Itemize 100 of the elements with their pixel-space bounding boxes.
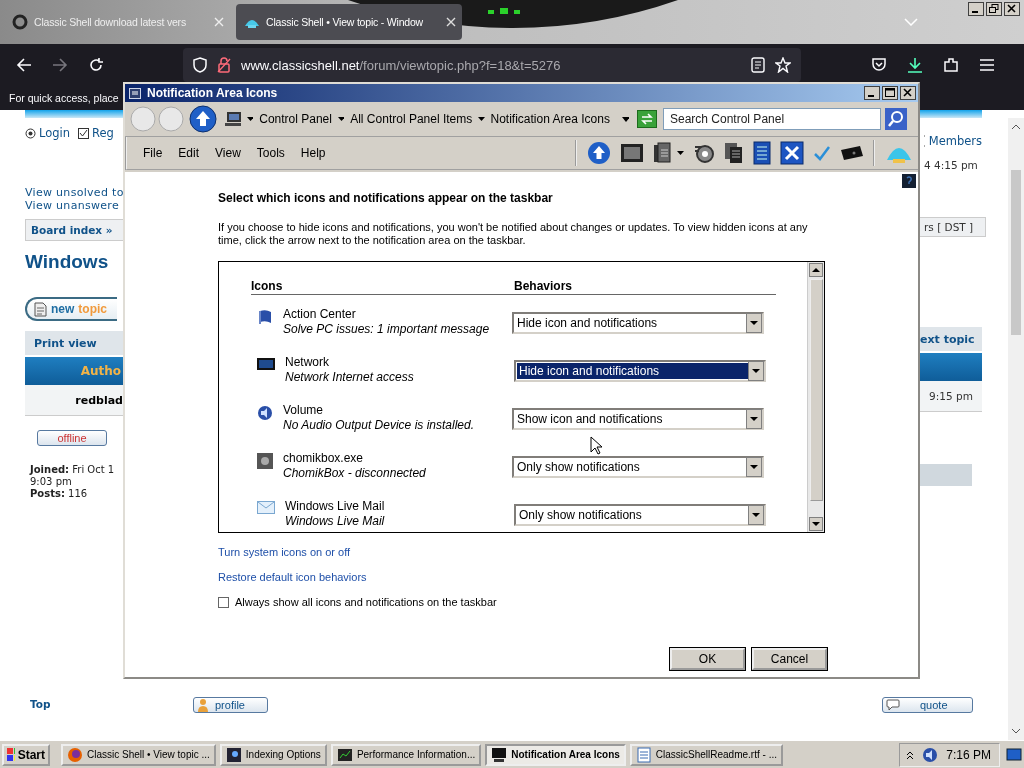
clock: 7:16 PM [946, 747, 991, 762]
checkmark-icon[interactable] [813, 145, 831, 161]
start-button[interactable]: Start [2, 743, 50, 766]
chevron-up-icon[interactable] [906, 749, 915, 760]
minimize-button[interactable] [864, 86, 880, 100]
item-description: ChomikBox - disconnected [283, 466, 427, 481]
item-name: Network [285, 355, 330, 370]
speech-bubble-icon [886, 699, 900, 711]
description-text: If you choose to hide icons and notifications, you won't be notified about changes or updates. To view hidden icons at any time, click the arrow next to the notification area on the taskbar. [218, 221, 809, 247]
menu-icon[interactable] [979, 58, 995, 72]
breadcrumb-item[interactable]: Notification Area Icons [490, 112, 610, 126]
scrollbar[interactable] [1008, 118, 1024, 740]
document-icon[interactable] [753, 141, 771, 165]
close-icon[interactable] [446, 17, 456, 27]
dropdown-caret-icon[interactable] [621, 116, 629, 122]
maximize-button[interactable] [882, 86, 898, 100]
behavior-dropdown[interactable]: Only show notifications [512, 456, 764, 478]
settings-link[interactable]: Turn system icons on or off [218, 546, 351, 558]
search-document-icon [225, 746, 242, 763]
column-header: Behaviors [514, 279, 573, 293]
help-icon[interactable] [902, 174, 916, 188]
scroll-down-icon[interactable] [1011, 728, 1021, 734]
top-link[interactable]: Top [30, 698, 123, 710]
dropdown-value: Only show notifications [518, 507, 643, 523]
show-desktop-icon[interactable] [1006, 746, 1022, 763]
new-topic-button[interactable]: new topic [25, 297, 117, 321]
minimize-button[interactable] [968, 2, 984, 16]
scroll-thumb[interactable] [809, 279, 823, 501]
ok-button[interactable]: OK [670, 648, 745, 670]
star-icon[interactable] [775, 57, 791, 73]
item-name: Volume [283, 403, 325, 418]
taskbar-button[interactable]: Indexing Options [219, 743, 327, 766]
cancel-button[interactable]: Cancel [752, 648, 827, 670]
breadcrumb-link[interactable]: Board index » [31, 224, 113, 236]
scroll-down-button[interactable] [809, 517, 823, 531]
taskbar-button[interactable]: Performance Information... [330, 743, 482, 766]
lock-icon[interactable] [217, 57, 231, 73]
extensions-icon[interactable] [943, 57, 959, 73]
behavior-dropdown[interactable]: Hide icon and notifications [514, 360, 766, 382]
speaker-icon[interactable] [922, 746, 939, 763]
scroll-thumb[interactable] [1011, 170, 1021, 335]
caret-icon[interactable] [677, 151, 684, 155]
quote-button[interactable]: quote [882, 697, 973, 713]
person-icon [197, 698, 209, 712]
members-link[interactable]: Members [928, 134, 982, 148]
behavior-dropdown[interactable]: Hide icon and notifications [512, 312, 764, 334]
next-topic-link[interactable]: ext topic [920, 332, 975, 346]
delete-icon[interactable] [780, 141, 804, 165]
restore-button[interactable] [986, 2, 1002, 16]
breadcrumb-item[interactable]: All Control Panel Items [350, 112, 473, 126]
scrollbar[interactable] [807, 262, 824, 532]
close-button[interactable] [900, 86, 916, 100]
dropdown-value: Show icon and notifications [516, 411, 664, 427]
forward-icon[interactable] [52, 57, 68, 73]
breadcrumb-item[interactable]: Control Panel [259, 112, 332, 126]
reel-icon[interactable] [693, 142, 715, 164]
pocket-icon[interactable] [871, 57, 887, 73]
back-icon[interactable] [16, 57, 32, 73]
copy-icon[interactable] [724, 142, 744, 164]
login-link[interactable]: Login [39, 126, 71, 140]
search-icon[interactable] [885, 108, 907, 130]
reader-view-icon[interactable] [751, 57, 765, 73]
windows-logo-icon [7, 747, 15, 762]
menu-item[interactable]: Edit [178, 146, 200, 160]
profile-button[interactable]: profile [193, 697, 268, 713]
menu-item[interactable]: View [215, 146, 241, 160]
item-description: Windows Live Mail [285, 514, 386, 529]
close-button[interactable] [1004, 2, 1020, 16]
menu-item[interactable]: Help [300, 146, 326, 160]
print-view-link[interactable]: Print view [34, 336, 97, 350]
url-text[interactable]: www.classicshell.net/forum/viewtopic.php?f=18&t=5276 [241, 57, 741, 73]
window-icon[interactable] [620, 143, 644, 163]
taskbar-button[interactable]: ClassicShellReadme.rtf - ... [629, 743, 783, 766]
address-bar[interactable]: www.classicshell.net/forum/viewtopic.php?f=18&t=5276 [183, 48, 801, 82]
view-link[interactable]: View unsolved to [25, 186, 123, 199]
window-icon [129, 87, 141, 99]
reload-icon[interactable] [88, 57, 104, 73]
menu-item[interactable]: Tools [256, 146, 285, 160]
scroll-up-icon[interactable] [1011, 124, 1021, 130]
drive-icon[interactable] [840, 145, 864, 161]
menu-item[interactable]: File [143, 146, 163, 160]
taskbar-button[interactable]: Classic Shell • View topic ... [61, 743, 216, 766]
register-link[interactable]: Reg [92, 126, 114, 140]
refresh-icon[interactable] [637, 110, 657, 128]
search-field[interactable]: Search Control Panel [663, 108, 881, 130]
download-icon[interactable] [907, 57, 923, 73]
view-link[interactable]: View unanswere [25, 199, 123, 212]
behavior-dropdown[interactable]: Only show notifications [514, 504, 766, 526]
settings-link[interactable]: Restore default icon behaviors [218, 571, 367, 583]
bookmarks-hint: For quick access, place [9, 92, 119, 104]
timezone-label: rs [ DST ] [920, 217, 986, 237]
folder-icon[interactable] [653, 142, 671, 164]
taskbar-button[interactable]: Notification Area Icons [485, 743, 626, 766]
scroll-up-button[interactable] [809, 263, 823, 277]
behavior-dropdown[interactable]: Show icon and notifications [512, 408, 764, 430]
checkbox[interactable] [218, 596, 229, 608]
shield-icon[interactable] [193, 57, 207, 73]
checkbox-label[interactable]: Always show all icons and notifications on the taskbar [235, 596, 497, 608]
item-description: Network Internet access [285, 370, 415, 385]
browser-tab[interactable]: Classic Shell • View topic - Window [236, 4, 462, 40]
